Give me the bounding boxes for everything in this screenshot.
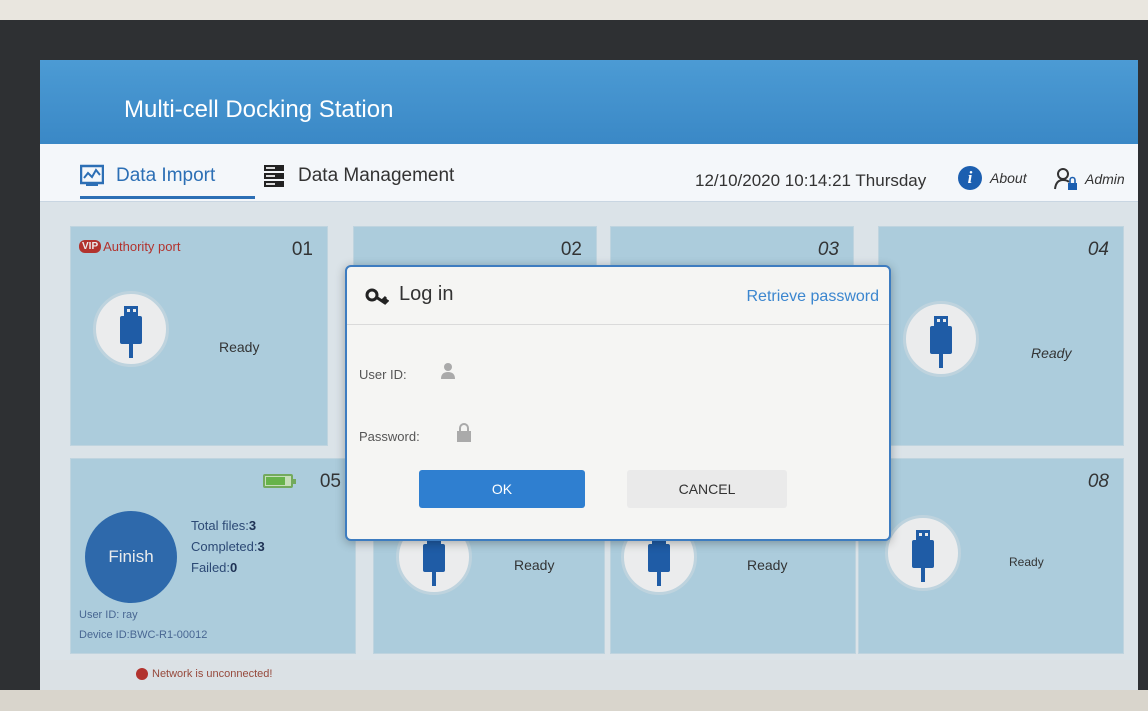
key-icon	[365, 288, 389, 305]
tab-data-import-label: Data Import	[116, 165, 216, 186]
about-label: About	[990, 170, 1027, 186]
lock-icon	[457, 423, 471, 442]
login-title-text: Log in	[399, 283, 454, 305]
server-icon	[264, 165, 284, 187]
admin-label: Admin	[1085, 171, 1125, 187]
user-lock-icon	[1054, 168, 1077, 190]
info-icon: i	[958, 166, 982, 190]
ok-button[interactable]: OK	[419, 470, 585, 508]
nav-bar: Data Import Data Management 12/10/2020 1…	[40, 144, 1138, 202]
login-dialog: Log in Retrieve password User ID: Passwo…	[345, 265, 891, 541]
user-icon	[441, 363, 455, 379]
datetime: 12/10/2020 10:14:21 Thursday	[695, 171, 927, 190]
tab-data-management[interactable]: Data Management	[262, 156, 454, 196]
user-id-label: User ID:	[359, 367, 407, 382]
login-dialog-header: Log in Retrieve password	[347, 267, 889, 325]
password-input[interactable]	[487, 423, 865, 451]
about-button[interactable]: i About	[958, 166, 1027, 190]
tab-data-import[interactable]: Data Import	[80, 156, 215, 196]
cancel-button[interactable]: CANCEL	[627, 470, 787, 508]
login-dialog-title: Log in	[365, 283, 454, 306]
retrieve-password-link[interactable]: Retrieve password	[747, 288, 880, 306]
chart-monitor-icon	[80, 164, 104, 186]
device-base	[0, 690, 1148, 711]
screen: Multi-cell Docking Station Data Import D…	[40, 60, 1138, 690]
title-bar: Multi-cell Docking Station	[40, 60, 1138, 144]
password-label: Password:	[359, 429, 420, 444]
admin-button[interactable]: Admin	[1053, 166, 1125, 192]
tab-data-management-label: Data Management	[298, 165, 455, 186]
user-id-input[interactable]	[487, 361, 865, 389]
active-tab-indicator	[80, 196, 255, 199]
app-title: Multi-cell Docking Station	[124, 96, 394, 123]
